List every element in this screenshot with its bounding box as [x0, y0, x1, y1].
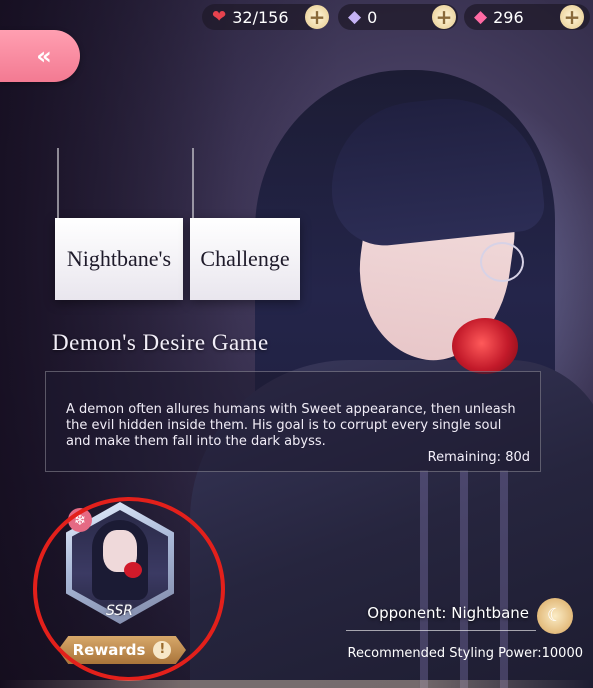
stamina-value: 32/156: [232, 7, 289, 27]
red-rose: [452, 318, 518, 374]
diamond-value: 0: [367, 7, 378, 27]
opponent-label: Opponent: Nightbane: [367, 604, 529, 622]
stamina-counter: ❤ 32/156: [202, 4, 322, 30]
opponent-underline: [346, 630, 536, 631]
recommended-power: Recommended Styling Power:10000: [347, 646, 583, 661]
currency-bar: ❤ 32/156 + ◆ 0 + ◆ 296 +: [202, 4, 593, 32]
double-chevron-left-icon: «: [36, 42, 51, 70]
description-text: A demon often allures humans with Sweet …: [66, 402, 516, 449]
pink-diamond-icon: ◆: [474, 7, 488, 27]
title-part1: Nightbane's: [66, 246, 172, 271]
stage-subtitle: Demon's Desire Game: [52, 330, 269, 355]
title-banner-left: Nightbane's: [55, 148, 183, 300]
highlight-circle: [33, 497, 225, 681]
remaining-time: Remaining: 80d: [427, 450, 530, 465]
add-stamina-button[interactable]: +: [305, 5, 329, 29]
back-button[interactable]: «: [0, 30, 80, 82]
bottom-divider: [0, 680, 593, 688]
add-pink-diamond-button[interactable]: +: [560, 5, 584, 29]
description-panel: A demon often allures humans with Sweet …: [45, 371, 541, 472]
diamond-icon: ◆: [348, 7, 362, 27]
title-banner-right: Challenge: [190, 148, 300, 300]
add-diamond-button[interactable]: +: [432, 5, 456, 29]
moon-icon[interactable]: ☾: [537, 598, 573, 634]
monocle-glasses: [480, 242, 524, 282]
heart-icon: ❤: [212, 7, 227, 27]
title-part2: Challenge: [200, 246, 290, 271]
pink-diamond-value: 296: [493, 7, 524, 27]
